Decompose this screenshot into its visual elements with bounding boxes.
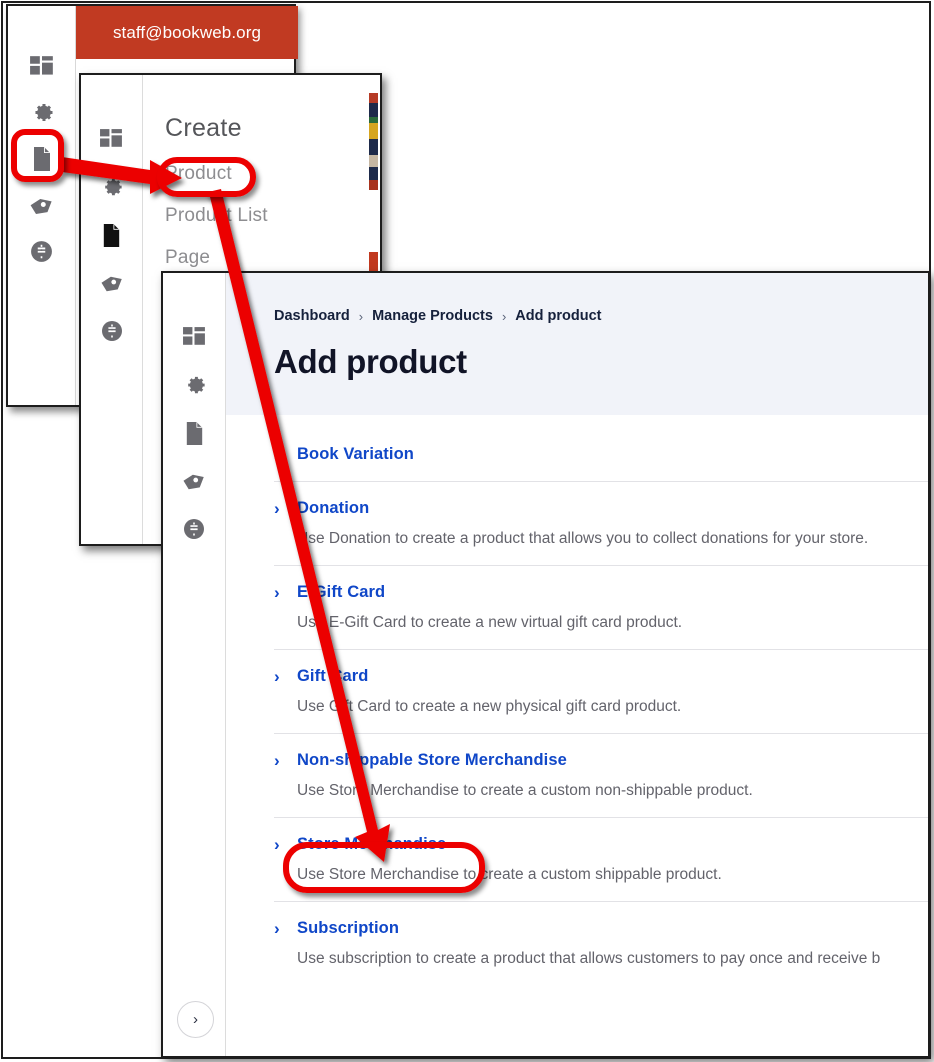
chevron-right-icon: › — [274, 835, 280, 854]
callout-ring-page-document-icon — [11, 129, 64, 182]
page-document-icon[interactable] — [100, 211, 123, 259]
add-product-panel: › Dashboard › Manage Products › Add prod… — [161, 271, 930, 1058]
product-type-description: Use Store Merchandise to create a custom… — [297, 782, 753, 799]
product-type-label: Gift Card — [297, 667, 369, 685]
breadcrumb-item-dashboard[interactable]: Dashboard — [274, 308, 350, 324]
dashboard-grid-icon[interactable] — [29, 44, 55, 90]
sidebar-expand-button[interactable]: › — [177, 1001, 214, 1038]
product-type-row-gift-card[interactable]: › Gift Card Use Gift Card to create a ne… — [274, 650, 928, 734]
page-title: Add product — [274, 343, 467, 380]
dollar-circle-icon[interactable] — [182, 505, 206, 553]
dashboard-grid-icon[interactable] — [99, 115, 124, 163]
create-menu-title: Create — [165, 114, 242, 142]
create-rail-icon-list — [81, 75, 142, 355]
product-type-row-non-shippable-store-merchandise[interactable]: › Non-shippable Store Merchandise Use St… — [274, 734, 928, 818]
product-type-link[interactable]: › Book Variation — [274, 445, 928, 464]
product-type-description: Use Gift Card to create a new physical g… — [297, 698, 682, 715]
product-type-label: Book Variation — [297, 445, 414, 463]
product-type-label: Donation — [297, 499, 370, 517]
chevron-right-icon: › — [274, 583, 280, 602]
page-document-icon[interactable] — [183, 409, 206, 457]
dashboard-grid-icon[interactable] — [182, 313, 207, 361]
add-product-sidebar: › — [163, 273, 226, 1056]
gear-icon[interactable] — [181, 361, 208, 409]
product-type-description: Use E-Gift Card to create a new virtual … — [297, 614, 683, 631]
page-header: Dashboard › Manage Products › Add produc… — [226, 273, 928, 415]
product-type-label: Non-shippable Store Merchandise — [297, 751, 567, 769]
dollar-circle-icon[interactable] — [29, 228, 54, 274]
dollar-circle-icon[interactable] — [100, 307, 124, 355]
callout-ring-store-merchandise — [283, 842, 485, 893]
chevron-right-icon: › — [274, 751, 280, 770]
product-type-description: Use subscription to create a product tha… — [297, 950, 881, 967]
chevron-right-icon: › — [193, 1011, 198, 1028]
breadcrumb: Dashboard › Manage Products › Add produc… — [274, 273, 928, 324]
tag-icon[interactable] — [28, 182, 55, 228]
create-panel-sidebar — [81, 75, 143, 544]
gear-icon[interactable] — [98, 163, 125, 211]
product-type-row-book-variation[interactable]: › Book Variation — [274, 415, 928, 482]
breadcrumb-separator-icon: › — [358, 308, 364, 324]
product-type-label: E-Gift Card — [297, 583, 386, 601]
product-type-link[interactable]: › Donation — [274, 499, 928, 518]
product-type-link[interactable]: › Non-shippable Store Merchandise — [274, 751, 928, 770]
product-type-label: Subscription — [297, 919, 400, 937]
product-type-description: Use Donation to create a product that al… — [297, 530, 869, 547]
account-email-label: staff@bookweb.org — [112, 22, 262, 42]
product-type-row-donation[interactable]: › Donation Use Donation to create a prod… — [274, 482, 928, 566]
chevron-right-icon: › — [274, 499, 280, 518]
breadcrumb-item-add-product[interactable]: Add product — [515, 308, 601, 324]
account-panel-sidebar — [8, 6, 76, 405]
breadcrumb-item-manage-products[interactable]: Manage Products — [372, 308, 493, 324]
create-menu-product-list-item[interactable]: Product List — [165, 205, 380, 227]
tag-icon[interactable] — [99, 259, 125, 307]
add-product-main: Dashboard › Manage Products › Add produc… — [226, 273, 928, 1056]
product-type-link[interactable]: › Gift Card — [274, 667, 928, 686]
tag-icon[interactable] — [181, 457, 207, 505]
product-type-list: › Book Variation › Donation Use Donation… — [226, 415, 928, 985]
chevron-right-icon: › — [274, 667, 280, 686]
product-type-link[interactable]: › Subscription — [274, 919, 928, 938]
screenshot-root: staff@bookweb.org Create Product Product… — [0, 0, 934, 1062]
callout-ring-product-menu-item — [157, 157, 256, 197]
product-type-link[interactable]: › E-Gift Card — [274, 583, 928, 602]
account-email-bar: staff@bookweb.org — [76, 6, 298, 59]
chevron-right-icon: › — [274, 919, 280, 938]
create-menu-page-item[interactable]: Page — [165, 247, 380, 269]
chevron-right-icon: › — [274, 445, 280, 464]
product-type-row-e-gift-card[interactable]: › E-Gift Card Use E-Gift Card to create … — [274, 566, 928, 650]
product-type-row-subscription[interactable]: › Subscription Use subscription to creat… — [274, 902, 928, 985]
breadcrumb-separator-icon: › — [501, 308, 507, 324]
add-product-rail-icon-list — [163, 273, 225, 553]
